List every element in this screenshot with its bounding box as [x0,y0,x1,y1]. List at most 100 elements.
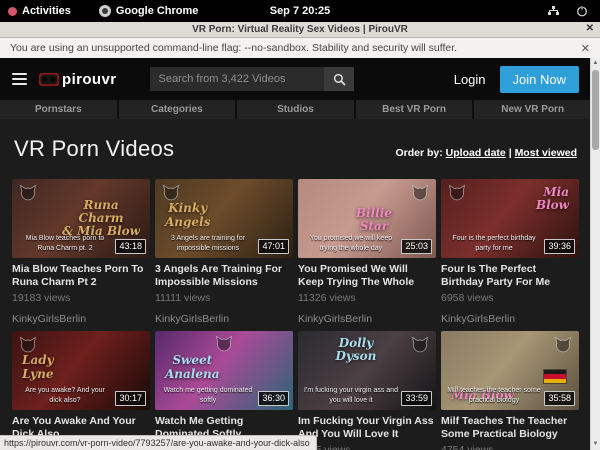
order-by: Order by: Upload date | Most viewed [395,147,577,162]
duration-badge: 30:17 [115,391,146,406]
search-button[interactable] [324,67,354,91]
video-card[interactable]: Lady Lyne Are you awake? And your dick a… [12,331,150,450]
desktop-screen: Activities Google Chrome Sep 7 20:25 VR … [0,0,600,450]
warning-message: You are using an unsupported command-lin… [10,42,457,54]
duration-badge: 25:03 [401,239,432,254]
video-card[interactable]: Mia Blow Four is the perfect birthday pa… [441,179,579,325]
view-count: 6958 views [441,292,579,304]
thumbnail-caption: Watch me getting dominated softly [161,386,255,405]
login-link[interactable]: Login [454,72,486,87]
thumbnail-caption: You promised we will keep trying the who… [304,234,398,253]
power-icon[interactable] [576,5,588,17]
view-count: 8785 views [298,444,436,450]
duration-badge: 33:59 [401,391,432,406]
video-title[interactable]: Im Fucking Your Virgin Ass And You Will … [298,415,436,440]
video-card[interactable]: Runa Charm & Mia Blow Mia Blow teaches p… [12,179,150,325]
thumbnail-caption: Mia Blow teaches porn to Runa Charm pt. … [18,234,112,253]
activities-button[interactable]: Activities [8,5,71,17]
studio-link[interactable]: KinkyGirlsBerlin [155,313,293,325]
network-icon[interactable] [547,5,560,17]
nav-item-studios[interactable]: Studios [237,100,354,119]
chrome-app-menu[interactable]: Google Chrome [99,5,199,17]
browser-viewport: pirouvr Login Join Now Pornstars [0,58,600,450]
thumbnail-overlay-title: Billie Star [356,207,392,233]
studio-link[interactable]: KinkyGirlsBerlin [298,313,436,325]
studio-watermark-cat-mask-icon [161,183,181,203]
duration-badge: 39:36 [544,239,575,254]
duration-badge: 47:01 [258,239,289,254]
video-thumbnail[interactable]: Mia Blow Four is the perfect birthday pa… [441,179,579,258]
video-thumbnail[interactable]: Lady Lyne Are you awake? And your dick a… [12,331,150,410]
studio-link[interactable]: KinkyGirlsBerlin [12,313,150,325]
video-title[interactable]: 3 Angels Are Training For Impossible Mis… [155,263,293,288]
page-heading-row: VR Porn Videos Order by: Upload date | M… [0,119,591,179]
video-title[interactable]: Mia Blow Teaches Porn To Runa Charm Pt 2 [12,263,150,288]
site-logo[interactable]: pirouvr [39,71,116,88]
order-upload-date-link[interactable]: Upload date [446,147,506,159]
logo-text: pirouvr [62,71,116,88]
view-count: 19183 views [12,292,150,304]
window-close-icon[interactable]: ✕ [586,23,594,34]
site-header: pirouvr Login Join Now [0,58,591,100]
duration-badge: 36:30 [258,391,289,406]
system-top-bar: Activities Google Chrome Sep 7 20:25 [0,0,600,22]
thumbnail-caption: Are you awake? And your dick also? [18,386,112,405]
order-separator: | [509,147,512,159]
video-thumbnail[interactable]: Dolly Dyson I'm fucking your virgin ass … [298,331,436,410]
window-title: VR Porn: Virtual Reality Sex Videos | Pi… [192,24,408,35]
studio-watermark-cat-mask-icon [447,183,467,203]
warning-close-icon[interactable]: ✕ [581,42,590,55]
main-nav: Pornstars Categories Studios Best VR Por… [0,100,591,119]
thumbnail-caption: Milf teaches the teacher some practical … [447,386,541,405]
thumbnail-overlay-title: Sweet Analena [165,354,220,380]
studio-link[interactable]: KinkyGirlsBerlin [441,313,579,325]
video-card[interactable]: Kinky Angels 3 Angels are training for i… [155,179,293,325]
scroll-up-icon[interactable]: ▲ [591,58,600,69]
activities-indicator-icon [8,7,17,16]
video-thumbnail[interactable]: Runa Charm & Mia Blow Mia Blow teaches p… [12,179,150,258]
studio-watermark-cat-mask-icon [18,183,38,203]
video-title[interactable]: Milf Teaches The Teacher Some Practical … [441,415,579,440]
scrollbar-thumb[interactable] [592,70,599,150]
video-thumbnail[interactable]: Kinky Angels 3 Angels are training for i… [155,179,293,258]
thumbnail-caption: 3 Angels are training for impossible mis… [161,234,255,253]
thumbnail-overlay-title: Kinky Angels [165,202,210,228]
status-url-bubble: https://pirouvr.com/vr-porn-video/779325… [0,435,317,450]
studio-watermark-cat-mask-icon [410,183,430,203]
thumbnail-overlay-title: Runa Charm & Mia Blow [62,199,140,239]
nav-item-best[interactable]: Best VR Porn [356,100,473,119]
video-title[interactable]: Four Is The Perfect Birthday Party For M… [441,263,579,288]
thumbnail-overlay-title: Lady Lyne [22,354,54,380]
activities-label: Activities [22,5,71,17]
order-most-viewed-link[interactable]: Most viewed [515,147,577,159]
studio-watermark-cat-mask-icon [553,335,573,355]
view-count: 11326 views [298,292,436,304]
duration-badge: 43:18 [115,239,146,254]
scroll-down-icon[interactable]: ▼ [591,439,600,450]
clock[interactable]: Sep 7 20:25 [270,5,331,17]
join-now-button[interactable]: Join Now [500,66,579,93]
studio-watermark-cat-mask-icon [214,334,234,354]
video-thumbnail[interactable]: Billie Star You promised we will keep tr… [298,179,436,258]
video-thumbnail[interactable]: Sweet Analena Watch me getting dominated… [155,331,293,410]
nav-item-categories[interactable]: Categories [119,100,236,119]
video-grid: Runa Charm & Mia Blow Mia Blow teaches p… [0,179,591,450]
view-count: 4754 views [441,444,579,450]
browser-scrollbar[interactable]: ▲ ▼ [590,58,600,450]
nav-item-pornstars[interactable]: Pornstars [0,100,117,119]
video-card[interactable]: Dolly Dyson I'm fucking your virgin ass … [298,331,436,450]
video-card[interactable]: Sweet Analena Watch me getting dominated… [155,331,293,450]
thumbnail-caption: I'm fucking your virgin ass and you will… [304,386,398,405]
nav-item-new[interactable]: New VR Porn [474,100,591,119]
studio-watermark-cat-mask-icon [410,335,430,355]
search-icon [333,73,346,86]
video-thumbnail[interactable]: Mia Blow Milf teaches the teacher some p… [441,331,579,410]
studio-watermark-cat-mask-icon [18,335,38,355]
search-input[interactable] [150,67,324,91]
video-card[interactable]: Billie Star You promised we will keep tr… [298,179,436,325]
video-card[interactable]: Mia Blow Milf teaches the teacher some p… [441,331,579,450]
video-title[interactable]: You Promised We Will Keep Trying The Who… [298,263,436,288]
chrome-app-label: Google Chrome [116,5,199,17]
search-bar [150,67,354,91]
hamburger-menu-icon[interactable] [12,73,27,85]
